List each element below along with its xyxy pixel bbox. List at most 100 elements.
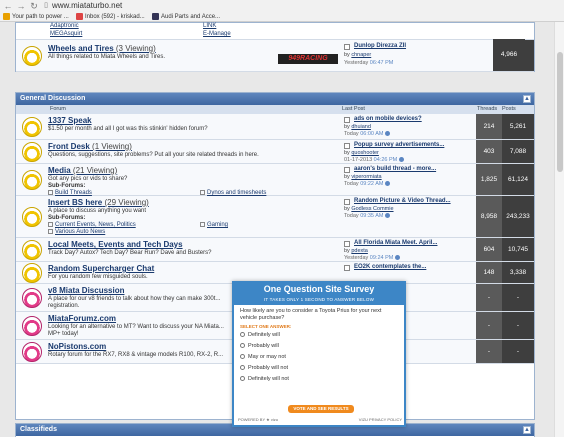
forum-title[interactable]: MiataForumz.com: [48, 314, 116, 323]
threads-count: 1,825: [476, 164, 502, 195]
forum-description: Questions, suggestions, site problems? P…: [48, 152, 259, 158]
column-last-post[interactable]: Last Post: [342, 105, 365, 114]
forum-title[interactable]: Local Meets, Events and Tech Days: [48, 240, 183, 249]
last-post-title[interactable]: All Florida Miata Meet. April...: [354, 240, 437, 246]
last-post-title[interactable]: EO2K contemplates the...: [354, 264, 426, 270]
last-post-date: Today 06:00 AM: [344, 131, 390, 137]
subforum-link[interactable]: Adaptronic: [50, 23, 79, 29]
bookmark-item[interactable]: Audi Parts and Acce...: [152, 12, 220, 22]
subforum-link[interactable]: Various Auto News: [48, 229, 105, 235]
radio-icon[interactable]: [240, 365, 245, 371]
forum-description: A place for our v8 friends to talk about…: [48, 296, 221, 302]
forum-description: All things related to Miata Wheels and T…: [48, 54, 166, 60]
column-header: Forum Last Post Threads Posts: [16, 105, 534, 114]
forward-icon[interactable]: →: [16, 1, 26, 11]
bookmark-item[interactable]: Inbox (592) - kriskad...: [76, 12, 145, 22]
forum-title[interactable]: Front Desk (1 Viewing): [48, 142, 132, 151]
forum-description: Got any pics or vids to share?: [48, 176, 128, 182]
post-icon: [344, 117, 350, 123]
posts-count: 5,261: [502, 114, 534, 139]
sponsor-logo[interactable]: 949RACING: [278, 54, 338, 64]
subforum-link[interactable]: MEGAsquirt: [50, 31, 82, 37]
subforum-icon: [48, 229, 53, 234]
forum-title[interactable]: Random Supercharger Chat: [48, 264, 154, 273]
back-icon[interactable]: ←: [3, 1, 13, 11]
last-post-date: 01-17-2013 04:26 PM: [344, 157, 404, 163]
forum-description: A place to discuss anything you want: [48, 208, 147, 214]
column-forum[interactable]: Forum: [50, 105, 66, 114]
last-post-user: by Godless Commie: [344, 206, 394, 212]
forum-title[interactable]: Insert BS here (29 Viewing): [48, 198, 149, 207]
post-icon: [344, 167, 350, 173]
threads-count: 148: [476, 262, 502, 283]
collapse-button[interactable]: ▲: [523, 426, 531, 434]
forum-description: For you random few misguided souls.: [48, 274, 148, 280]
last-post-title[interactable]: Popup survey advertisements...: [354, 142, 444, 148]
forum-description: MP+ today!: [48, 331, 79, 337]
bookmark-item[interactable]: Your path to power ...: [3, 12, 69, 22]
go-to-post-icon[interactable]: [385, 131, 390, 137]
forum-title[interactable]: Media (21 Viewing): [48, 166, 117, 175]
posts-count: 7,088: [502, 140, 534, 163]
go-to-post-icon[interactable]: [398, 157, 404, 163]
last-post-title[interactable]: Dunlop Direzza ZII: [354, 43, 406, 49]
last-post-user: by pdexta: [344, 248, 368, 254]
radio-icon[interactable]: [240, 343, 245, 349]
scrollbar-thumb[interactable]: [557, 52, 563, 172]
privacy-link[interactable]: VIZU PRIVACY POLICY: [359, 417, 402, 422]
survey-footer: POWERED BY ★ vizu VIZU PRIVACY POLICY: [238, 417, 402, 422]
forum-title[interactable]: NoPistons.com: [48, 342, 106, 351]
forum-title[interactable]: v8 Miata Discussion: [48, 286, 124, 295]
browser-chrome: ← → ↻ ▯ www.miataturbo.net Your path to …: [0, 0, 564, 22]
address-bar[interactable]: www.miataturbo.net: [52, 1, 552, 11]
page-icon: ▯: [44, 2, 48, 9]
last-post-title[interactable]: ads on mobile devices?: [354, 116, 422, 122]
forum-title[interactable]: 1337 Speak: [48, 116, 92, 125]
survey-question: How likely are you to consider a Toyota …: [240, 308, 382, 321]
forum-title[interactable]: Wheels and Tires (3 Viewing): [48, 44, 156, 53]
last-post: Random Picture & Video Thread... by Godle…: [342, 196, 476, 237]
survey-option[interactable]: Definitely will not: [240, 375, 398, 384]
forum-row: Media (21 Viewing) Got any pics or vids t…: [16, 164, 534, 196]
bookmark-favicon-icon: [3, 12, 10, 20]
survey-option[interactable]: Definitely will: [240, 331, 398, 340]
threads-count: -: [476, 312, 502, 339]
post-icon: [344, 44, 350, 50]
survey-option[interactable]: May or may not: [240, 353, 398, 362]
scrollbar[interactable]: [554, 22, 564, 437]
radio-icon[interactable]: [240, 332, 245, 338]
subforum-link[interactable]: E-Manage: [203, 31, 231, 37]
subforum-link[interactable]: Current Events, News, Politics: [48, 222, 136, 228]
survey-subtitle: IT TAKES ONLY 1 SECOND TO ANSWER BELOW: [263, 297, 375, 302]
go-to-post-icon[interactable]: [385, 213, 390, 219]
forum-description: Track Day? Autox? Tech Day? Bear Run? Da…: [48, 250, 212, 256]
subforum-link[interactable]: Gaming: [200, 222, 228, 228]
last-post-title[interactable]: aaron's build thread - more...: [354, 166, 436, 172]
posts-count: 10,745: [502, 238, 534, 261]
go-to-post-icon[interactable]: [385, 181, 390, 187]
survey-option[interactable]: Probably will not: [240, 364, 398, 373]
column-posts[interactable]: Posts: [502, 105, 516, 114]
reload-icon[interactable]: ↻: [29, 1, 39, 11]
radio-icon[interactable]: [240, 376, 245, 382]
last-post: Popup survey advertisements... by quoshoo…: [342, 140, 476, 163]
last-post: EO2K contemplates the...: [342, 262, 476, 283]
last-post-title[interactable]: Random Picture & Video Thread...: [354, 198, 451, 204]
vote-button[interactable]: VOTE AND SEE RESULTS: [288, 405, 354, 413]
column-threads[interactable]: Threads: [477, 105, 497, 114]
subforum-icon: [48, 190, 53, 195]
post-icon: [344, 143, 350, 149]
last-post: aaron's build thread - more... by viperor…: [342, 164, 476, 195]
posts-count: 243,233: [502, 196, 534, 237]
subforum-link[interactable]: LINK: [203, 23, 216, 29]
threads-count: -: [476, 340, 502, 363]
forum-row: Local Meets, Events and Tech Days Track …: [16, 238, 534, 262]
forum-status-icon: [22, 207, 42, 227]
collapse-button[interactable]: ▲: [523, 95, 531, 103]
go-to-post-icon[interactable]: [394, 255, 400, 261]
survey-option[interactable]: Probably will: [240, 342, 398, 351]
survey-title: One Question Site Survey: [263, 284, 375, 294]
posts-count: 4,966: [493, 39, 525, 71]
last-post-date: Today 09:22 AM: [344, 181, 390, 187]
radio-icon[interactable]: [240, 354, 245, 360]
